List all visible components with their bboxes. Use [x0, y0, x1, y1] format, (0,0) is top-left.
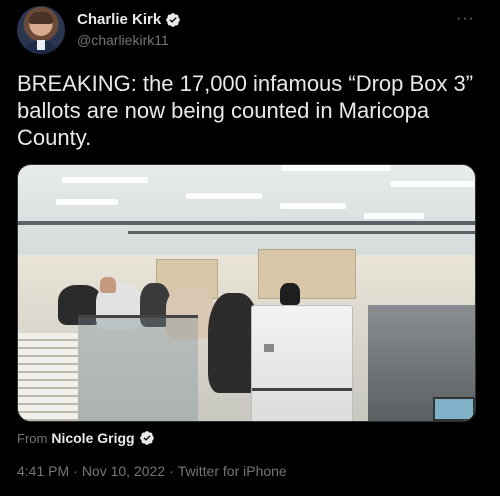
tweet-date[interactable]: Nov 10, 2022 [82, 463, 165, 479]
verified-badge-icon [139, 431, 154, 445]
author-handle[interactable]: @charliekirk11 [77, 32, 181, 48]
verified-badge-icon [166, 12, 181, 27]
tweet-header: Charlie Kirk @charliekirk11 ··· [17, 6, 483, 54]
author-names: Charlie Kirk @charliekirk11 [77, 11, 181, 48]
tweet-text: BREAKING: the 17,000 infamous “Drop Box … [17, 71, 474, 150]
attribution-name[interactable]: Nicole Grigg [51, 430, 134, 446]
tweet-time[interactable]: 4:41 PM [17, 463, 69, 479]
tweet-metadata: 4:41 PM · Nov 10, 2022 · Twitter for iPh… [17, 463, 287, 479]
media-ceiling [18, 165, 475, 255]
attribution-prefix: From [17, 430, 48, 446]
media-tabulator [251, 305, 353, 421]
author-display-name[interactable]: Charlie Kirk [77, 11, 161, 28]
tweet-container: Charlie Kirk @charliekirk11 ··· BREAKING… [0, 0, 500, 496]
author-display-name-row[interactable]: Charlie Kirk [77, 11, 181, 28]
tweet-media-image[interactable] [17, 164, 476, 422]
media-ballot-rack [18, 333, 78, 421]
media-monitor [433, 397, 475, 421]
meta-separator: · [169, 463, 174, 479]
media-attribution: From Nicole Grigg [17, 430, 155, 446]
meta-separator: · [73, 463, 78, 479]
tweet-source[interactable]: Twitter for iPhone [178, 463, 287, 479]
avatar[interactable] [17, 6, 65, 54]
media-glass-partition [78, 315, 198, 421]
more-options-icon[interactable]: ··· [456, 10, 475, 28]
